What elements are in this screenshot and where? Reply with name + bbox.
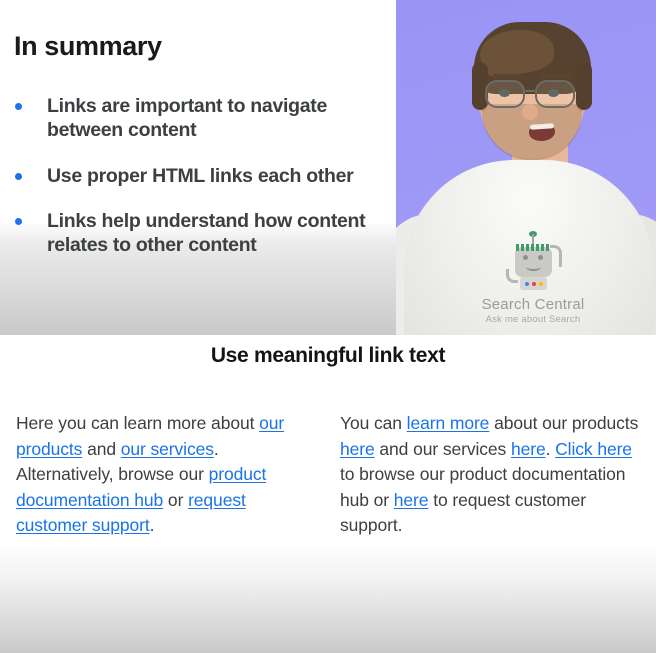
presenter-eyebrow-right <box>541 74 571 79</box>
slide-bullet-text: Links are important to navigate between … <box>47 95 328 141</box>
inline-link[interactable]: learn more <box>407 413 490 433</box>
slide-title: In summary <box>14 31 162 61</box>
slide-bullet-item: Links help understand how content relate… <box>0 210 396 258</box>
presenter-eyebrow-left <box>493 74 523 79</box>
bullet-dot-icon <box>15 103 22 110</box>
video-frame: In summary Links are important to naviga… <box>0 0 656 335</box>
shirt-brand-text: Search Central <box>481 296 585 313</box>
slide-bullet-list: Links are important to navigate between … <box>0 95 396 280</box>
search-central-robot-logo-icon <box>502 231 564 293</box>
good-link-text-example: Here you can learn more about our produc… <box>16 413 285 536</box>
slide-bullet-text: Use proper HTML links each other <box>47 164 354 187</box>
slide-bullet-item: Links are important to navigate between … <box>0 95 396 143</box>
inline-link[interactable]: here <box>511 439 546 459</box>
inline-link[interactable]: here <box>340 439 375 459</box>
slide-bullet-text: Links help understand how content relate… <box>47 210 366 257</box>
glasses-lens-left-icon <box>485 80 525 108</box>
presenter-nose <box>522 104 538 120</box>
slide-bullet-item: Use proper HTML links each other <box>0 165 396 189</box>
presenter-video: Search Central Ask me about Search <box>396 0 656 335</box>
video-player-screenshot: In summary Links are important to naviga… <box>0 0 656 653</box>
link-text-example-section: Use meaningful link text Here you can le… <box>0 335 656 653</box>
poor-link-text-example: You can learn more about our products he… <box>340 413 639 536</box>
shirt-tagline-text: Ask me about Search <box>485 314 581 325</box>
bullet-dot-icon <box>15 218 22 226</box>
presentation-slide: In summary Links are important to naviga… <box>0 0 396 335</box>
example-columns: Here you can learn more about our produc… <box>0 411 656 539</box>
glasses-bridge-icon <box>525 90 535 92</box>
bullet-dot-icon <box>15 172 22 180</box>
glasses-lens-right-icon <box>535 80 575 108</box>
inline-link[interactable]: here <box>394 490 429 510</box>
inline-link[interactable]: Click here <box>555 439 632 459</box>
inline-link[interactable]: our services <box>121 439 214 459</box>
presenter-sideburn-right <box>576 62 592 110</box>
section-heading: Use meaningful link text <box>210 344 446 367</box>
